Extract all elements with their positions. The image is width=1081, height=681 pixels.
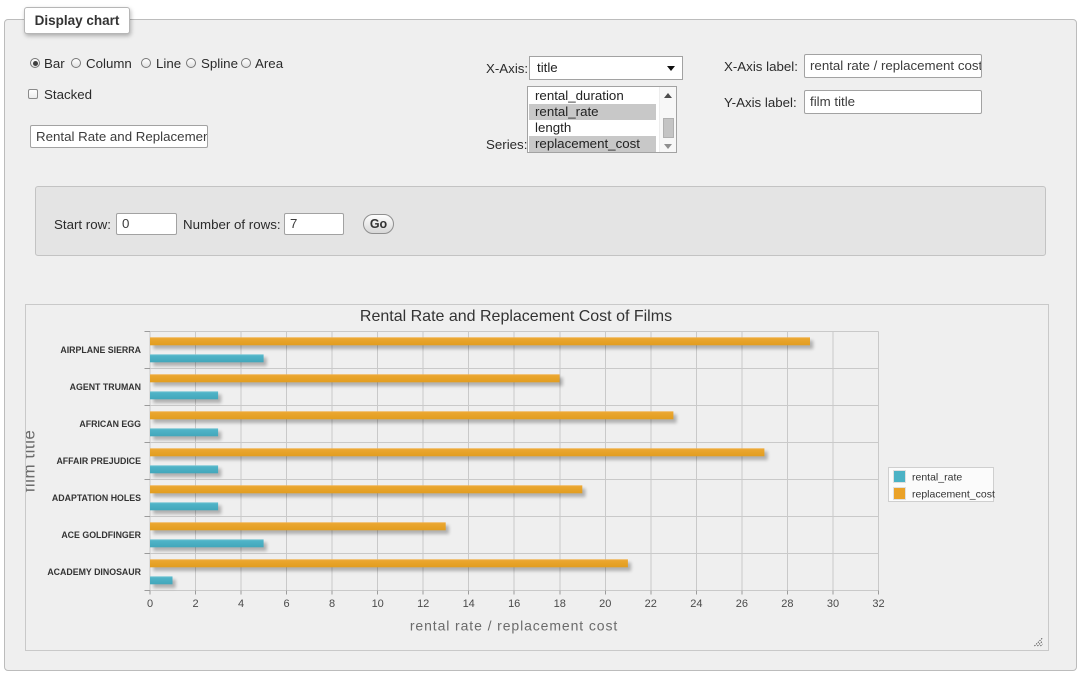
svg-text:rental_rate: rental_rate — [912, 471, 962, 483]
svg-text:26: 26 — [736, 598, 748, 610]
svg-text:AFFAIR PREJUDICE: AFFAIR PREJUDICE — [56, 456, 141, 466]
svg-text:Rental Rate and Replacement Co: Rental Rate and Replacement Cost of Film… — [360, 308, 672, 325]
svg-text:AIRPLANE SIERRA: AIRPLANE SIERRA — [60, 345, 141, 355]
svg-text:rental rate / replacement cost: rental rate / replacement cost — [410, 618, 618, 634]
svg-text:replacement_cost: replacement_cost — [912, 488, 995, 500]
svg-text:8: 8 — [329, 598, 335, 610]
svg-text:ACADEMY DINOSAUR: ACADEMY DINOSAUR — [47, 567, 141, 577]
svg-text:16: 16 — [508, 598, 520, 610]
svg-text:10: 10 — [372, 598, 384, 610]
svg-text:20: 20 — [599, 598, 611, 610]
svg-text:2: 2 — [192, 598, 198, 610]
svg-text:film title: film title — [26, 430, 39, 493]
svg-text:14: 14 — [463, 598, 475, 610]
svg-text:4: 4 — [238, 598, 244, 610]
svg-text:6: 6 — [284, 598, 290, 610]
svg-text:32: 32 — [872, 598, 884, 610]
svg-text:ACE GOLDFINGER: ACE GOLDFINGER — [61, 530, 141, 540]
svg-text:AFRICAN EGG: AFRICAN EGG — [79, 419, 141, 429]
svg-text:AGENT TRUMAN: AGENT TRUMAN — [70, 382, 141, 392]
svg-text:28: 28 — [781, 598, 793, 610]
svg-text:22: 22 — [645, 598, 657, 610]
svg-text:12: 12 — [417, 598, 429, 610]
svg-text:18: 18 — [554, 598, 566, 610]
svg-text:ADAPTATION HOLES: ADAPTATION HOLES — [52, 493, 141, 503]
svg-text:30: 30 — [827, 598, 839, 610]
svg-text:0: 0 — [147, 598, 153, 610]
svg-text:24: 24 — [690, 598, 702, 610]
